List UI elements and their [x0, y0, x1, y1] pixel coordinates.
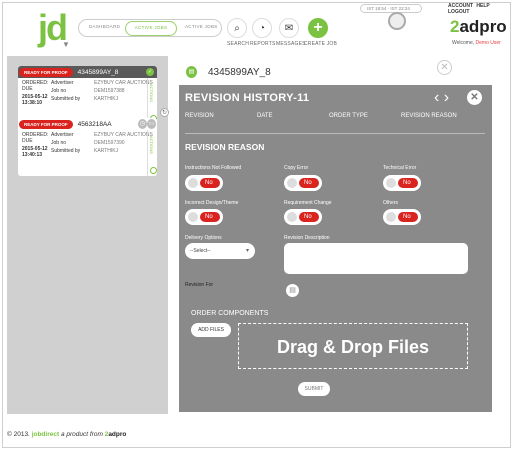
search-label: SEARCH	[227, 41, 250, 47]
advertiser-value: EZYBUY CAR AUCTIONS	[94, 132, 153, 138]
job-time: 13:40:13	[22, 152, 43, 158]
job-card[interactable]: READY FOR PROOF 4563218AA ◷ ▭ ORDERED: D…	[18, 118, 157, 176]
job-list-panel: ↻ READY FOR PROOF 4345899AY_8 ✓ ORDERED:…	[7, 56, 169, 414]
nav-dashboard[interactable]: DASHBOARD	[89, 24, 120, 29]
reports-icon: ◔	[258, 22, 266, 34]
chevron-left-icon[interactable]: ‹	[434, 89, 439, 106]
reports-label: REPORTS	[250, 41, 276, 47]
delivery-select[interactable]: --Select-- ▾	[185, 243, 255, 259]
submitted-value: KARTHIKJ	[94, 148, 119, 154]
modal-title: REVISION HISTORY-11	[185, 92, 310, 104]
job-time: 13:38:10	[22, 100, 43, 106]
divider	[185, 133, 485, 134]
submitted-label: Submitted by	[51, 96, 81, 102]
job-card-id[interactable]: 4563218AA	[78, 121, 112, 128]
revision-description-input[interactable]	[284, 243, 468, 274]
search-button[interactable]: ⌕	[227, 18, 247, 38]
clock-small-icon: ◷	[138, 119, 147, 129]
instructions-toggle[interactable]: No	[185, 175, 223, 191]
add-files-button[interactable]: ADD FILES	[191, 323, 231, 337]
actions-toggle-icon	[150, 167, 157, 174]
revision-history-modal: REVISION HISTORY-11 ‹ › ✕ REVISION DATE …	[179, 85, 492, 412]
file-icon[interactable]: ▤	[286, 284, 299, 297]
job-card[interactable]: READY FOR PROOF 4345899AY_8 ✓ ORDERED: D…	[18, 66, 157, 124]
requirement-toggle[interactable]: No	[284, 209, 322, 225]
job-card-id[interactable]: 4345899AY_8	[78, 69, 119, 76]
user-name[interactable]: Demo User	[476, 40, 501, 46]
messages-button[interactable]: ✉	[279, 18, 299, 38]
col-order-type: ORDER TYPE	[329, 113, 368, 119]
field-label: Technical Error	[383, 165, 417, 171]
field-label: Copy Error	[284, 165, 309, 171]
due-label: DUE	[22, 138, 33, 144]
jobno-value: DEM1597390	[94, 140, 125, 146]
status-badge: READY FOR PROOF	[19, 67, 73, 77]
search-icon: ⌕	[234, 22, 240, 34]
job-card-header: READY FOR PROOF 4563218AA	[18, 118, 157, 130]
nav-active-jobs[interactable]: ACTIVE JOBS	[125, 21, 177, 36]
copy-error-toggle[interactable]: No	[284, 175, 322, 191]
description-label: Revision Description	[284, 235, 330, 241]
revision-reason-heading: REVISION REASON	[185, 142, 265, 152]
due-label: DUE	[22, 86, 33, 92]
field-label: Requirement Change	[284, 200, 332, 206]
close-order-icon[interactable]: ✕	[437, 60, 452, 75]
modal-pager: ‹ ›	[434, 89, 449, 107]
advertiser-label: Advertiser	[51, 132, 74, 138]
others-toggle[interactable]: No	[383, 209, 421, 225]
order-id-title: 4345899AY_8	[208, 67, 271, 78]
job-card-header: READY FOR PROOF 4345899AY_8	[18, 66, 157, 78]
nav-archive-jobs[interactable]: ACTIVE JOBS	[185, 24, 218, 29]
technical-error-toggle[interactable]: No	[383, 175, 421, 191]
add-icon: +	[313, 19, 323, 36]
logo-menu-caret-icon[interactable]: ▼	[62, 40, 70, 49]
advertiser-label: Advertiser	[51, 80, 74, 86]
col-date: DATE	[257, 113, 273, 119]
job-card-body: ORDERED: DUE 2015-05-12 13:40:13 Adverti…	[18, 130, 157, 176]
footer: © 2013. jobdirect a product from 2adpro	[7, 431, 127, 438]
field-label: Instructions Not Followed	[185, 165, 242, 171]
messages-icon: ✉	[284, 22, 294, 34]
chevron-right-icon[interactable]: ›	[444, 89, 449, 106]
status-badge: READY FOR PROOF	[19, 119, 73, 129]
jobno-value: DEM1597388	[94, 88, 125, 94]
submitted-label: Submitted by	[51, 148, 81, 154]
delivery-label: Delivery Options	[185, 235, 222, 241]
account-links[interactable]: ACCOUNT HELP LOGOUT	[448, 3, 513, 15]
create-job-label: CREATE JOB	[304, 41, 338, 47]
job-nav-switcher: DASHBOARD ACTIVE JOBS ACTIVE JOBS	[78, 19, 222, 37]
submitted-value: KARTHIKJ	[94, 96, 119, 102]
selected-check-icon: ✓	[146, 68, 154, 76]
design-toggle[interactable]: No	[185, 209, 223, 225]
chevron-down-icon: ▾	[245, 248, 249, 254]
jobno-label: Job no	[51, 140, 67, 146]
create-job-button[interactable]: +	[308, 18, 328, 38]
messages-label: MESSAGES	[276, 41, 306, 47]
card-actions[interactable]: ACTIONS	[147, 130, 157, 176]
reports-button[interactable]: ◔	[252, 18, 272, 38]
adpro-brand-logo: 2adpro	[450, 17, 507, 36]
submit-button[interactable]: SUBMIT	[298, 382, 330, 396]
time-zone-bar: IST 18:54 · IST 22:24	[360, 4, 422, 13]
jobno-label: Job no	[51, 88, 67, 94]
clock-icon[interactable]	[388, 12, 406, 30]
drop-zone[interactable]: Drag & Drop Files	[238, 323, 468, 369]
order-components-heading: ORDER COMPONENTS	[191, 310, 269, 317]
welcome-text: Welcome, Demo User	[452, 40, 501, 46]
close-icon[interactable]: ✕	[467, 90, 482, 105]
document-icon: ▤	[186, 66, 197, 78]
revision-for-label: Revision For	[185, 282, 214, 288]
col-revision: REVISION	[185, 113, 214, 119]
advertiser-value: EZYBUY CAR AUCTIONS	[94, 80, 153, 86]
field-label: Others	[383, 200, 399, 206]
refresh-icon[interactable]: ↻	[160, 108, 169, 117]
attachment-icon: ▭	[147, 119, 156, 129]
col-revision-reason: REVISION REASON	[401, 113, 457, 119]
field-label: Incorrect Design/Theme	[185, 200, 239, 206]
